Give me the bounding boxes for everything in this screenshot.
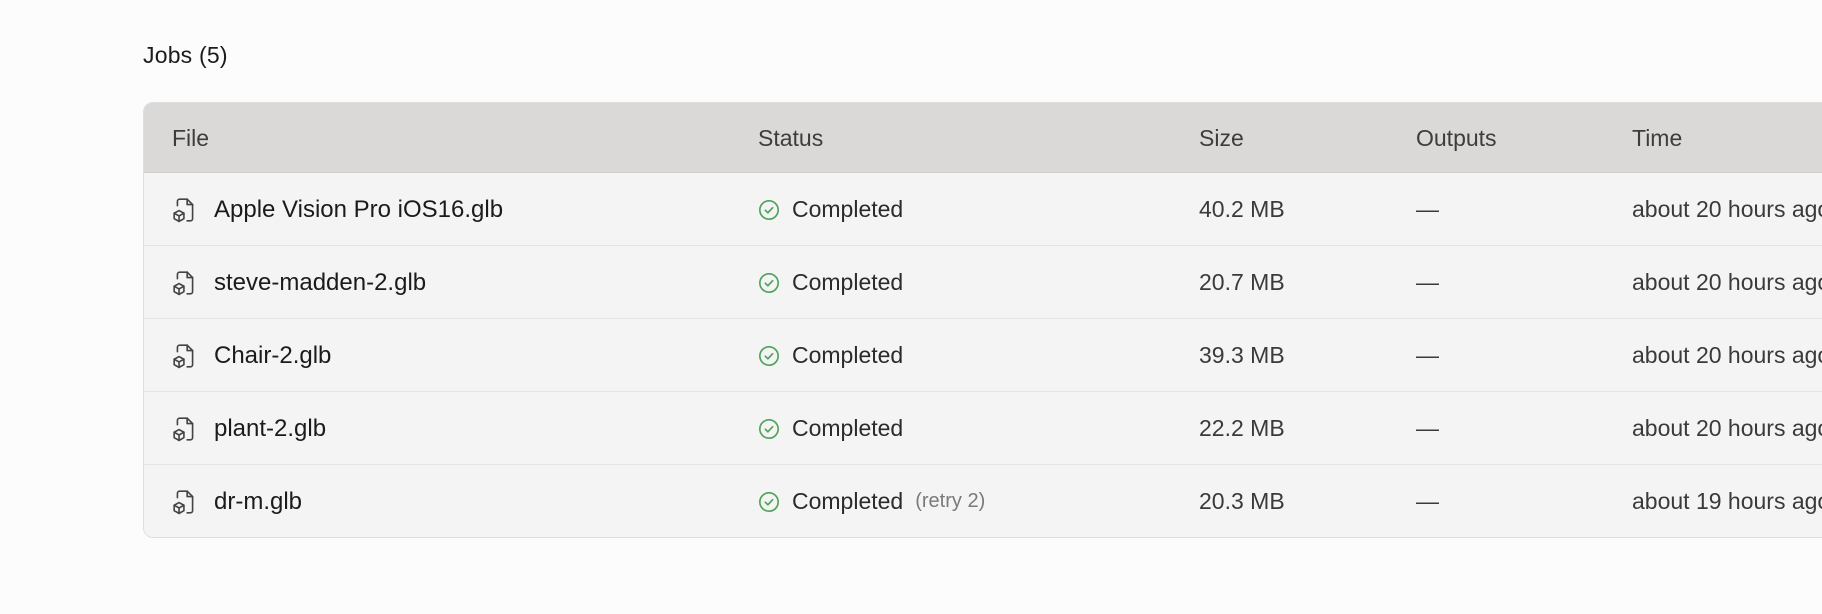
outputs-cell: — <box>1416 415 1439 441</box>
time-cell: about 20 hours ago <box>1632 342 1822 368</box>
column-header-time[interactable]: Time <box>1632 103 1682 173</box>
size-cell: 39.3 MB <box>1199 342 1285 368</box>
table-row[interactable]: dr-m.glb Completed (retry 2) 20.3 MB — a… <box>144 465 1822 537</box>
size-cell: 40.2 MB <box>1199 196 1285 222</box>
file-cell: Apple Vision Pro iOS16.glb <box>172 173 503 246</box>
outputs-cell: — <box>1416 488 1439 514</box>
file-3d-model-icon <box>172 197 198 223</box>
check-circle-icon <box>758 418 780 440</box>
time-cell: about 20 hours ago <box>1632 269 1822 295</box>
status-label: Completed <box>792 342 904 368</box>
column-header-outputs[interactable]: Outputs <box>1416 103 1497 173</box>
file-cell: dr-m.glb <box>172 465 302 537</box>
status-cell: Completed <box>758 319 903 392</box>
jobs-table: File Status Size Outputs Time Apple Visi… <box>143 102 1822 538</box>
check-circle-icon <box>758 491 780 513</box>
file-name[interactable]: Chair-2.glb <box>214 342 331 370</box>
file-name[interactable]: Apple Vision Pro iOS16.glb <box>214 196 503 224</box>
jobs-title: Jobs (5) <box>143 42 228 68</box>
file-3d-model-icon <box>172 270 198 296</box>
file-cell: Chair-2.glb <box>172 319 331 392</box>
table-body: Apple Vision Pro iOS16.glb Completed 40.… <box>144 173 1822 537</box>
table-row[interactable]: steve-madden-2.glb Completed 20.7 MB — a… <box>144 246 1822 319</box>
file-name[interactable]: dr-m.glb <box>214 488 302 516</box>
file-cell: steve-madden-2.glb <box>172 246 426 319</box>
status-label: Completed <box>792 269 904 295</box>
size-cell: 20.3 MB <box>1199 488 1285 514</box>
check-circle-icon <box>758 199 780 221</box>
status-label: Completed <box>792 488 904 514</box>
retry-count: (retry 2) <box>915 490 986 512</box>
status-label: Completed <box>792 415 904 441</box>
check-circle-icon <box>758 272 780 294</box>
check-circle-icon <box>758 345 780 367</box>
file-3d-model-icon <box>172 416 198 442</box>
file-name[interactable]: steve-madden-2.glb <box>214 269 426 297</box>
file-name[interactable]: plant-2.glb <box>214 415 326 443</box>
column-header-status[interactable]: Status <box>758 103 823 173</box>
column-header-file[interactable]: File <box>172 103 209 173</box>
time-cell: about 20 hours ago <box>1632 196 1822 222</box>
file-3d-model-icon <box>172 489 198 515</box>
status-cell: Completed <box>758 392 903 465</box>
outputs-cell: — <box>1416 269 1439 295</box>
status-cell: Completed <box>758 246 903 319</box>
time-cell: about 19 hours ago <box>1632 488 1822 514</box>
size-cell: 22.2 MB <box>1199 415 1285 441</box>
outputs-cell: — <box>1416 342 1439 368</box>
status-label: Completed <box>792 196 904 222</box>
table-row[interactable]: Apple Vision Pro iOS16.glb Completed 40.… <box>144 173 1822 246</box>
file-cell: plant-2.glb <box>172 392 326 465</box>
column-header-size[interactable]: Size <box>1199 103 1244 173</box>
time-cell: about 20 hours ago <box>1632 415 1822 441</box>
file-3d-model-icon <box>172 343 198 369</box>
status-cell: Completed (retry 2) <box>758 465 986 537</box>
status-cell: Completed <box>758 173 903 246</box>
table-row[interactable]: plant-2.glb Completed 22.2 MB — about 20… <box>144 392 1822 465</box>
outputs-cell: — <box>1416 196 1439 222</box>
table-row[interactable]: Chair-2.glb Completed 39.3 MB — about 20… <box>144 319 1822 392</box>
table-header: File Status Size Outputs Time <box>144 103 1822 173</box>
size-cell: 20.7 MB <box>1199 269 1285 295</box>
